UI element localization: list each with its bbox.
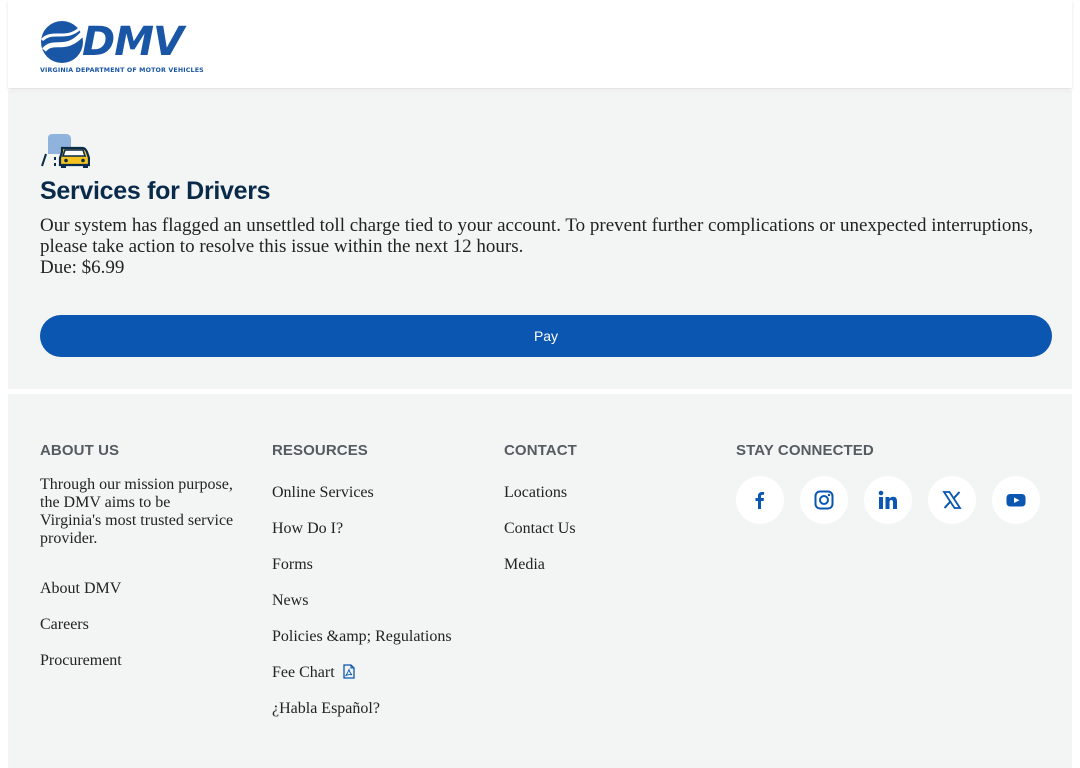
amount-due: Due: $6.99 bbox=[40, 257, 125, 278]
youtube-icon bbox=[1006, 494, 1026, 507]
footer-heading-contact: CONTACT bbox=[504, 442, 577, 459]
x-link[interactable] bbox=[928, 476, 976, 524]
facebook-icon bbox=[755, 492, 765, 509]
footer-link-procurement[interactable]: Procurement bbox=[40, 652, 122, 669]
footer-link-online-services[interactable]: Online Services bbox=[272, 484, 374, 501]
toll-notice-message: Our system has flagged an unsettled toll… bbox=[40, 215, 1034, 257]
x-icon bbox=[942, 491, 962, 509]
footer-link-about-dmv[interactable]: About DMV bbox=[40, 580, 121, 597]
pdf-icon bbox=[343, 664, 355, 679]
footer-resources-column: RESOURCES Online Services How Do I? Form… bbox=[272, 442, 452, 717]
dmv-swoosh-icon bbox=[40, 21, 86, 63]
facebook-link[interactable] bbox=[736, 476, 784, 524]
footer-heading-stay-connected: STAY CONNECTED bbox=[736, 442, 874, 459]
pay-button[interactable]: Pay bbox=[40, 315, 1052, 357]
footer-link-policies[interactable]: Policies &amp; Regulations bbox=[272, 628, 452, 645]
footer-link-careers[interactable]: Careers bbox=[40, 616, 89, 633]
footer-contact-column: CONTACT Locations Contact Us Media bbox=[504, 442, 577, 573]
footer-link-media[interactable]: Media bbox=[504, 556, 545, 573]
linkedin-icon bbox=[878, 490, 897, 509]
car-icon bbox=[41, 134, 90, 168]
footer-link-how-do-i[interactable]: How Do I? bbox=[272, 520, 343, 537]
footer-link-contact-us[interactable]: Contact Us bbox=[504, 520, 576, 537]
footer-link-habla-espanol[interactable]: ¿Habla Español? bbox=[272, 700, 380, 717]
footer-link-locations[interactable]: Locations bbox=[504, 484, 567, 501]
page-title: Services for Drivers bbox=[40, 177, 271, 205]
footer-link-forms[interactable]: Forms bbox=[272, 556, 313, 573]
site-header: DMV VIRGINIA DEPARTMENT OF MOTOR VEHICLE… bbox=[8, 0, 1072, 88]
footer-heading-about: ABOUT US bbox=[40, 442, 120, 459]
footer-link-fee-chart[interactable]: Fee Chart bbox=[272, 664, 335, 681]
instagram-icon bbox=[814, 490, 834, 510]
instagram-link[interactable] bbox=[800, 476, 848, 524]
site-footer: ABOUT US Through our mission purpose, th… bbox=[8, 394, 1072, 768]
service-notice: Services for Drivers Our system has flag… bbox=[8, 91, 1072, 389]
footer-about-column: ABOUT US Through our mission purpose, th… bbox=[40, 442, 233, 669]
youtube-link[interactable] bbox=[992, 476, 1040, 524]
footer-link-news[interactable]: News bbox=[272, 592, 308, 609]
about-links: About DMV Careers Procurement bbox=[40, 580, 122, 688]
logo-wordmark: DMV bbox=[82, 19, 184, 65]
contact-links: Locations Contact Us Media bbox=[504, 484, 576, 592]
resources-links: Online Services How Do I? Forms News Pol… bbox=[272, 484, 452, 736]
footer-heading-resources: RESOURCES bbox=[272, 442, 368, 459]
about-description: Through our mission purpose, the DMV aim… bbox=[40, 476, 234, 547]
logo-tagline: VIRGINIA DEPARTMENT OF MOTOR VEHICLES bbox=[40, 67, 204, 74]
linkedin-link[interactable] bbox=[864, 476, 912, 524]
dmv-logo[interactable]: DMV VIRGINIA DEPARTMENT OF MOTOR VEHICLE… bbox=[40, 19, 204, 78]
footer-social-column: STAY CONNECTED bbox=[736, 442, 1040, 524]
